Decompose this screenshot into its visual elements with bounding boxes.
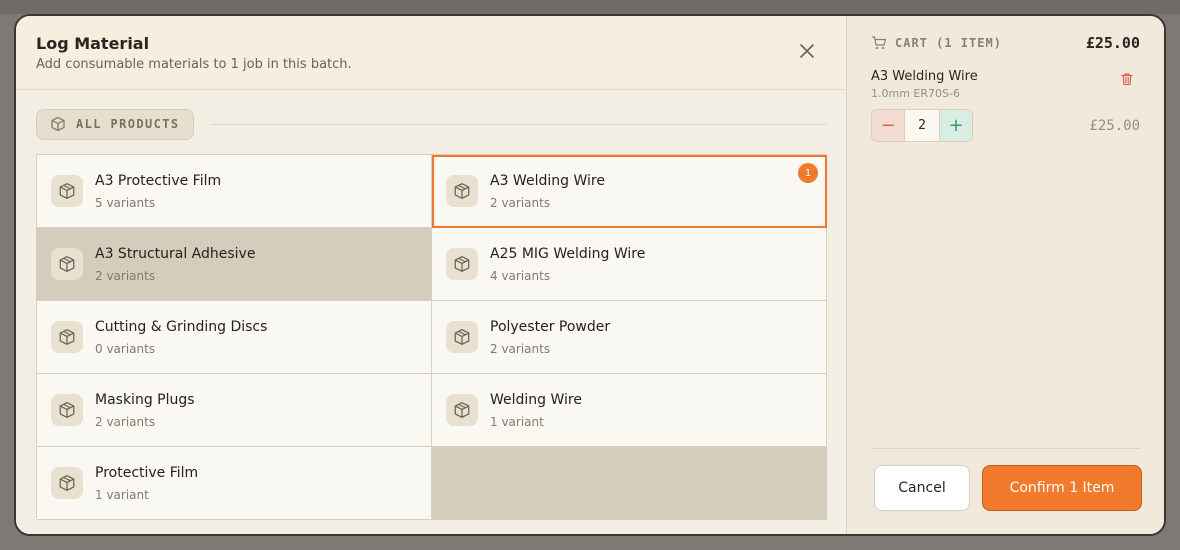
- remove-item-button[interactable]: [1120, 71, 1134, 90]
- product-tile[interactable]: Masking Plugs 2 variants: [37, 374, 432, 447]
- product-variants: 5 variants: [95, 195, 156, 210]
- product-name: Cutting & Grinding Discs: [95, 318, 268, 335]
- cart-title-label: CART (1 ITEM): [895, 36, 1002, 50]
- product-name: A3 Protective Film: [95, 172, 222, 189]
- increase-quantity-button[interactable]: +: [940, 110, 972, 141]
- cancel-button[interactable]: Cancel: [874, 465, 970, 511]
- confirm-button[interactable]: Confirm 1 Item: [982, 465, 1142, 511]
- product-name: Masking Plugs: [95, 391, 195, 408]
- quantity-value[interactable]: 2: [904, 110, 940, 141]
- product-variants: 1 variant: [490, 414, 544, 429]
- product-box-icon: [51, 321, 83, 353]
- product-tile[interactable]: Welding Wire 1 variant: [432, 374, 827, 447]
- product-name: A3 Structural Adhesive: [95, 245, 256, 262]
- product-variants: 4 variants: [490, 268, 551, 283]
- box-icon: [51, 116, 65, 132]
- cart-header: CART (1 ITEM) £25.00: [871, 34, 1140, 52]
- modal-subtitle: Add consumable materials to 1 job in thi…: [36, 57, 352, 72]
- cart-item-price: £25.00: [1089, 117, 1140, 134]
- product-tile[interactable]: A3 Structural Adhesive 2 variants: [37, 228, 432, 301]
- product-panel: Log Material Add consumable materials to…: [16, 16, 847, 534]
- modal-header: Log Material Add consumable materials to…: [16, 16, 846, 90]
- cart-icon: [871, 36, 887, 50]
- product-name: Protective Film: [95, 464, 199, 481]
- filter-all-products[interactable]: ALL PRODUCTS: [36, 108, 194, 140]
- product-name: A25 MIG Welding Wire: [490, 245, 646, 262]
- product-grid: A3 Protective Film 5 variants A3 Welding…: [36, 154, 827, 520]
- footer-divider: [871, 448, 1140, 449]
- product-name: Polyester Powder: [490, 318, 611, 335]
- close-icon: [800, 44, 814, 58]
- product-tile[interactable]: Polyester Powder 2 variants: [432, 301, 827, 374]
- cart-item: A3 Welding Wire 1.0mm ER70S-6 − 2 + £25.…: [871, 69, 1140, 142]
- product-box-icon: [446, 248, 478, 280]
- product-tile[interactable]: Protective Film 1 variant: [37, 447, 432, 520]
- product-box-icon: [446, 321, 478, 353]
- trash-icon: [1121, 73, 1133, 86]
- log-material-modal: Log Material Add consumable materials to…: [14, 14, 1166, 536]
- product-variants: 2 variants: [490, 341, 551, 356]
- filter-label: ALL PRODUCTS: [76, 117, 180, 131]
- cart-item-variant: 1.0mm ER70S-6: [871, 87, 960, 100]
- product-variants: 1 variant: [95, 487, 149, 502]
- product-box-icon: [446, 175, 478, 207]
- cart-title: CART (1 ITEM): [871, 35, 1002, 51]
- product-box-icon: [51, 248, 83, 280]
- cart-total: £25.00: [1085, 34, 1140, 52]
- product-name: A3 Welding Wire: [490, 172, 605, 189]
- product-box-icon: [51, 394, 83, 426]
- cart-item-name: A3 Welding Wire: [871, 69, 978, 84]
- quantity-row: − 2 + £25.00: [871, 109, 1140, 142]
- selected-count-badge: 1: [798, 163, 818, 183]
- product-tile[interactable]: Cutting & Grinding Discs 0 variants: [37, 301, 432, 374]
- product-name: Welding Wire: [490, 391, 582, 408]
- empty-grid-cell: [432, 447, 827, 520]
- close-button[interactable]: [798, 42, 816, 60]
- modal-title: Log Material: [36, 34, 150, 53]
- product-variants: 2 variants: [490, 195, 551, 210]
- decrease-quantity-button[interactable]: −: [872, 110, 904, 141]
- product-variants: 2 variants: [95, 268, 156, 283]
- product-variants: 2 variants: [95, 414, 156, 429]
- product-variants: 0 variants: [95, 341, 156, 356]
- product-box-icon: [51, 175, 83, 207]
- product-tile-selected[interactable]: A3 Welding Wire 2 variants 1: [432, 155, 827, 228]
- product-tile[interactable]: A25 MIG Welding Wire 4 variants: [432, 228, 827, 301]
- cart-panel: CART (1 ITEM) £25.00 A3 Welding Wire 1.0…: [847, 16, 1164, 534]
- quantity-stepper: − 2 +: [871, 109, 973, 142]
- filter-divider: [209, 123, 826, 125]
- product-box-icon: [51, 467, 83, 499]
- backdrop: [0, 0, 1180, 14]
- filter-row: ALL PRODUCTS: [36, 108, 826, 140]
- product-tile[interactable]: A3 Protective Film 5 variants: [37, 155, 432, 228]
- product-box-icon: [446, 394, 478, 426]
